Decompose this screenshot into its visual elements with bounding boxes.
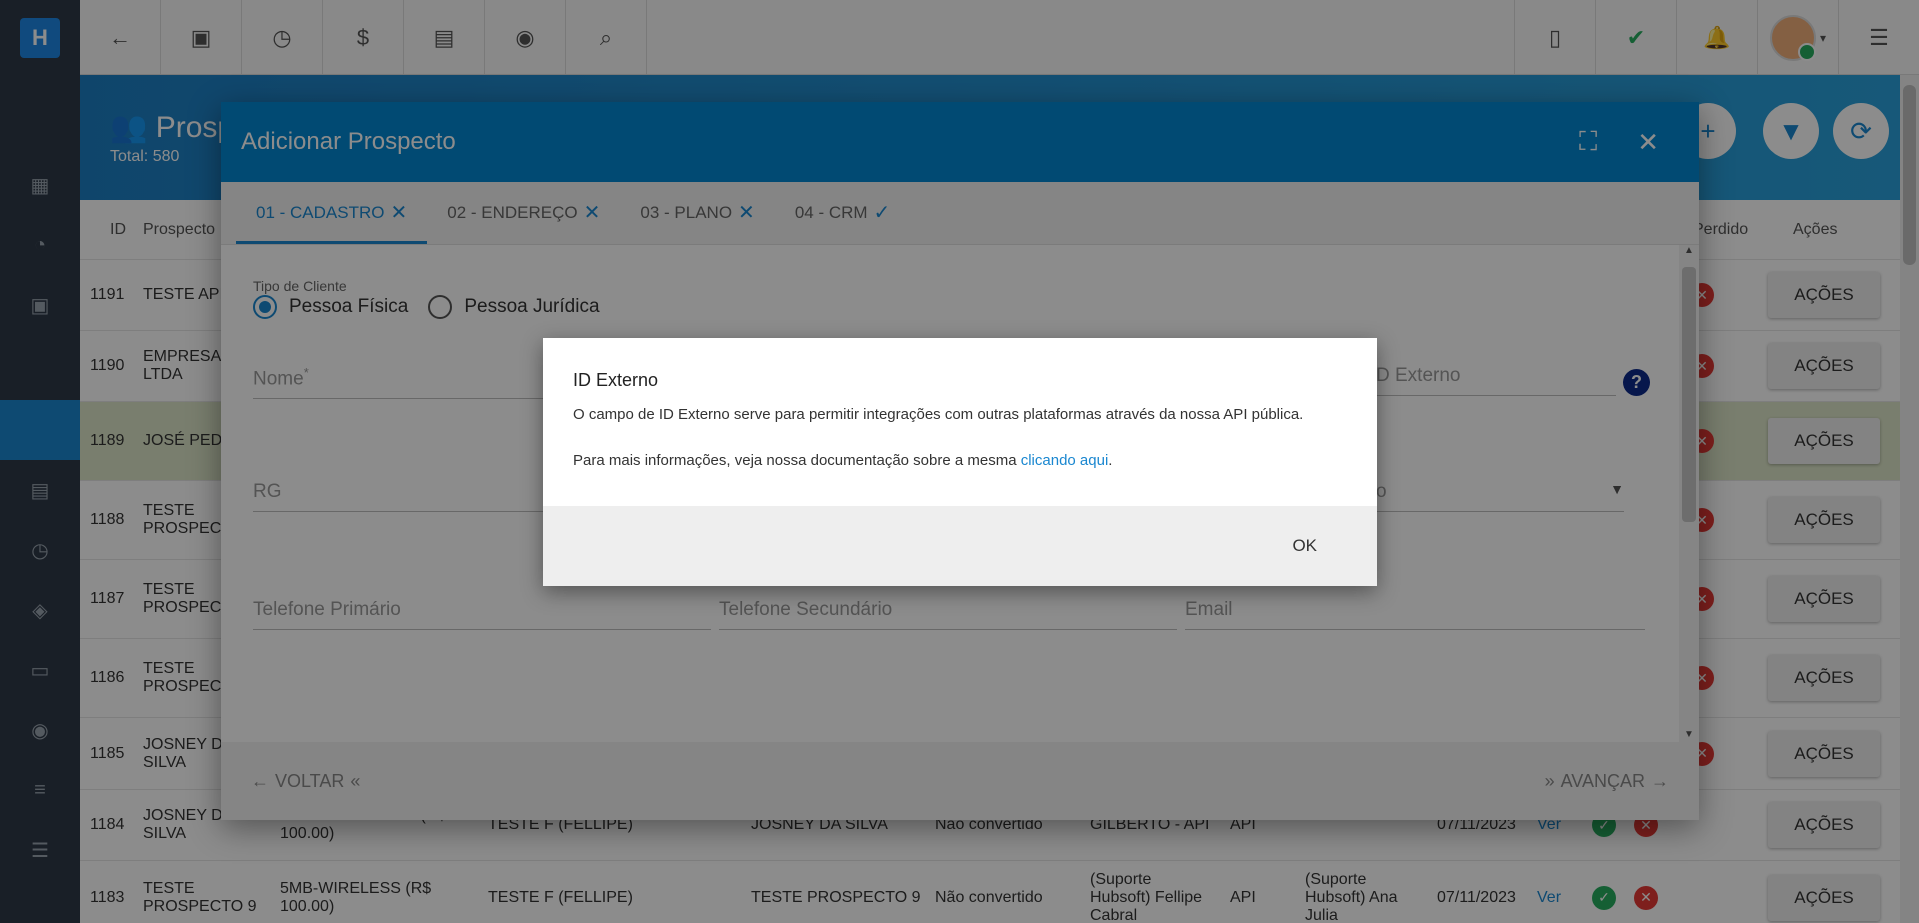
id-externo-popup: ID Externo O campo de ID Externo serve p… bbox=[543, 338, 1377, 586]
ok-button[interactable]: OK bbox=[1292, 536, 1317, 556]
popup-title: ID Externo bbox=[573, 370, 659, 390]
popup-text-2: Para mais informações, veja nossa docume… bbox=[573, 452, 1113, 469]
popup-footer: OK bbox=[543, 506, 1377, 586]
docs-link[interactable]: clicando aqui bbox=[1021, 452, 1109, 469]
popup-text-1: O campo de ID Externo serve para permiti… bbox=[573, 406, 1304, 423]
